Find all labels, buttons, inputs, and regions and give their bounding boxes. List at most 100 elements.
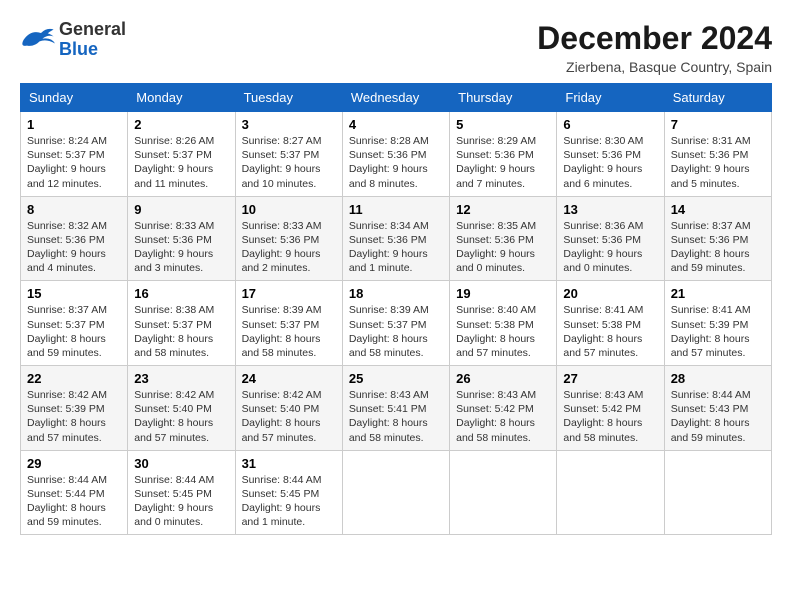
calendar-week-2: 8Sunrise: 8:32 AMSunset: 5:36 PMDaylight…: [21, 196, 772, 281]
day-info: Sunrise: 8:43 AMSunset: 5:41 PMDaylight:…: [349, 388, 443, 445]
calendar-cell: 22 Sunrise: 8:42 AMSunset: 5:39 PMDayligh…: [21, 366, 128, 451]
day-info: Sunrise: 8:44 AMSunset: 5:44 PMDaylight:…: [27, 473, 121, 530]
day-info: Sunrise: 8:32 AMSunset: 5:36 PMDaylight:…: [27, 219, 121, 276]
day-info: Sunrise: 8:39 AMSunset: 5:37 PMDaylight:…: [242, 303, 336, 360]
day-number: 13: [563, 202, 657, 217]
day-number: 6: [563, 117, 657, 132]
day-number: 10: [242, 202, 336, 217]
calendar-cell: 20 Sunrise: 8:41 AMSunset: 5:38 PMDayligh…: [557, 281, 664, 366]
day-info: Sunrise: 8:24 AMSunset: 5:37 PMDaylight:…: [27, 134, 121, 191]
day-number: 1: [27, 117, 121, 132]
calendar-cell: 19Sunrise: 8:40 AMSunset: 5:38 PMDayligh…: [450, 281, 557, 366]
day-info: Sunrise: 8:34 AMSunset: 5:36 PMDaylight:…: [349, 219, 443, 276]
day-info: Sunrise: 8:36 AMSunset: 5:36 PMDaylight:…: [563, 219, 657, 276]
day-info: Sunrise: 8:44 AMSunset: 5:43 PMDaylight:…: [671, 388, 765, 445]
day-number: 25: [349, 371, 443, 386]
calendar-cell: [342, 450, 449, 535]
day-number: 14: [671, 202, 765, 217]
month-title: December 2024: [537, 20, 772, 57]
calendar-cell: 21 Sunrise: 8:41 AMSunset: 5:39 PMDayligh…: [664, 281, 771, 366]
day-info: Sunrise: 8:30 AMSunset: 5:36 PMDaylight:…: [563, 134, 657, 191]
day-number: 24: [242, 371, 336, 386]
day-info: Sunrise: 8:28 AMSunset: 5:36 PMDaylight:…: [349, 134, 443, 191]
day-info: Sunrise: 8:42 AMSunset: 5:39 PMDaylight:…: [27, 388, 121, 445]
day-number: 27: [563, 371, 657, 386]
calendar-cell: [557, 450, 664, 535]
day-info: Sunrise: 8:42 AMSunset: 5:40 PMDaylight:…: [242, 388, 336, 445]
header-sunday: Sunday: [21, 84, 128, 112]
day-info: Sunrise: 8:37 AMSunset: 5:37 PMDaylight:…: [27, 303, 121, 360]
day-number: 18: [349, 286, 443, 301]
header-wednesday: Wednesday: [342, 84, 449, 112]
day-number: 15: [27, 286, 121, 301]
calendar-cell: 23Sunrise: 8:42 AMSunset: 5:40 PMDayligh…: [128, 366, 235, 451]
day-info: Sunrise: 8:26 AMSunset: 5:37 PMDaylight:…: [134, 134, 228, 191]
day-info: Sunrise: 8:33 AMSunset: 5:36 PMDaylight:…: [134, 219, 228, 276]
day-info: Sunrise: 8:43 AMSunset: 5:42 PMDaylight:…: [563, 388, 657, 445]
day-info: Sunrise: 8:43 AMSunset: 5:42 PMDaylight:…: [456, 388, 550, 445]
logo-blue: Blue: [59, 40, 126, 60]
day-info: Sunrise: 8:41 AMSunset: 5:38 PMDaylight:…: [563, 303, 657, 360]
calendar-week-3: 15 Sunrise: 8:37 AMSunset: 5:37 PMDayligh…: [21, 281, 772, 366]
calendar-cell: 18 Sunrise: 8:39 AMSunset: 5:37 PMDayligh…: [342, 281, 449, 366]
day-number: 29: [27, 456, 121, 471]
page-header: General Blue December 2024 Zierbena, Bas…: [20, 20, 772, 75]
day-number: 28: [671, 371, 765, 386]
header-saturday: Saturday: [664, 84, 771, 112]
day-number: 11: [349, 202, 443, 217]
day-number: 16: [134, 286, 228, 301]
calendar-cell: 14 Sunrise: 8:37 AMSunset: 5:36 PMDayligh…: [664, 196, 771, 281]
day-info: Sunrise: 8:37 AMSunset: 5:36 PMDaylight:…: [671, 219, 765, 276]
day-info: Sunrise: 8:40 AMSunset: 5:38 PMDaylight:…: [456, 303, 550, 360]
day-info: Sunrise: 8:31 AMSunset: 5:36 PMDaylight:…: [671, 134, 765, 191]
day-number: 23: [134, 371, 228, 386]
calendar-cell: 31Sunrise: 8:44 AMSunset: 5:45 PMDayligh…: [235, 450, 342, 535]
day-info: Sunrise: 8:27 AMSunset: 5:37 PMDaylight:…: [242, 134, 336, 191]
day-number: 20: [563, 286, 657, 301]
location-subtitle: Zierbena, Basque Country, Spain: [537, 59, 772, 75]
calendar-table: Sunday Monday Tuesday Wednesday Thursday…: [20, 83, 772, 535]
calendar-cell: 15 Sunrise: 8:37 AMSunset: 5:37 PMDayligh…: [21, 281, 128, 366]
day-number: 12: [456, 202, 550, 217]
calendar-cell: 3Sunrise: 8:27 AMSunset: 5:37 PMDaylight…: [235, 112, 342, 197]
day-number: 30: [134, 456, 228, 471]
calendar-cell: 1 Sunrise: 8:24 AMSunset: 5:37 PMDaylight…: [21, 112, 128, 197]
title-area: December 2024 Zierbena, Basque Country, …: [537, 20, 772, 75]
day-info: Sunrise: 8:29 AMSunset: 5:36 PMDaylight:…: [456, 134, 550, 191]
day-number: 31: [242, 456, 336, 471]
header-thursday: Thursday: [450, 84, 557, 112]
calendar-cell: 17 Sunrise: 8:39 AMSunset: 5:37 PMDayligh…: [235, 281, 342, 366]
calendar-cell: 7 Sunrise: 8:31 AMSunset: 5:36 PMDaylight…: [664, 112, 771, 197]
calendar-cell: 25 Sunrise: 8:43 AMSunset: 5:41 PMDayligh…: [342, 366, 449, 451]
calendar-cell: [450, 450, 557, 535]
calendar-cell: 11 Sunrise: 8:34 AMSunset: 5:36 PMDayligh…: [342, 196, 449, 281]
day-number: 17: [242, 286, 336, 301]
day-info: Sunrise: 8:41 AMSunset: 5:39 PMDaylight:…: [671, 303, 765, 360]
calendar-cell: 6 Sunrise: 8:30 AMSunset: 5:36 PMDaylight…: [557, 112, 664, 197]
calendar-cell: 16Sunrise: 8:38 AMSunset: 5:37 PMDayligh…: [128, 281, 235, 366]
calendar-cell: 10Sunrise: 8:33 AMSunset: 5:36 PMDayligh…: [235, 196, 342, 281]
logo-icon: [20, 26, 55, 54]
calendar-cell: 9 Sunrise: 8:33 AMSunset: 5:36 PMDaylight…: [128, 196, 235, 281]
calendar-cell: 12 Sunrise: 8:35 AMSunset: 5:36 PMDayligh…: [450, 196, 557, 281]
header-friday: Friday: [557, 84, 664, 112]
day-number: 22: [27, 371, 121, 386]
day-number: 21: [671, 286, 765, 301]
day-number: 7: [671, 117, 765, 132]
calendar-week-4: 22 Sunrise: 8:42 AMSunset: 5:39 PMDayligh…: [21, 366, 772, 451]
logo-text: General Blue: [59, 20, 126, 60]
calendar-cell: 8Sunrise: 8:32 AMSunset: 5:36 PMDaylight…: [21, 196, 128, 281]
calendar-cell: 4Sunrise: 8:28 AMSunset: 5:36 PMDaylight…: [342, 112, 449, 197]
day-number: 26: [456, 371, 550, 386]
calendar-cell: 27 Sunrise: 8:43 AMSunset: 5:42 PMDayligh…: [557, 366, 664, 451]
day-number: 9: [134, 202, 228, 217]
calendar-week-5: 29 Sunrise: 8:44 AMSunset: 5:44 PMDayligh…: [21, 450, 772, 535]
calendar-cell: 28 Sunrise: 8:44 AMSunset: 5:43 PMDayligh…: [664, 366, 771, 451]
day-info: Sunrise: 8:39 AMSunset: 5:37 PMDaylight:…: [349, 303, 443, 360]
logo-general: General: [59, 19, 126, 39]
calendar-cell: 2Sunrise: 8:26 AMSunset: 5:37 PMDaylight…: [128, 112, 235, 197]
day-info: Sunrise: 8:44 AMSunset: 5:45 PMDaylight:…: [134, 473, 228, 530]
day-info: Sunrise: 8:35 AMSunset: 5:36 PMDaylight:…: [456, 219, 550, 276]
calendar-cell: [664, 450, 771, 535]
calendar-cell: 13 Sunrise: 8:36 AMSunset: 5:36 PMDayligh…: [557, 196, 664, 281]
